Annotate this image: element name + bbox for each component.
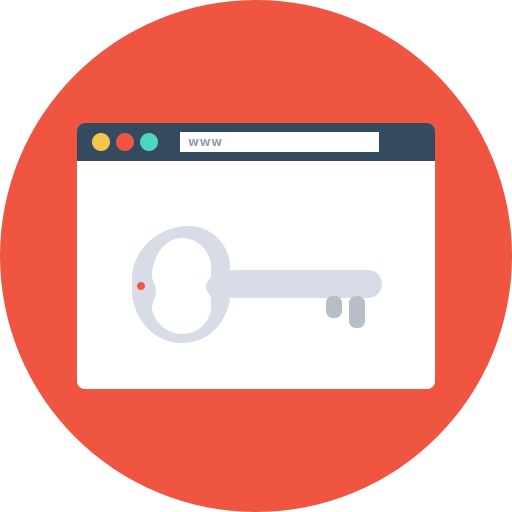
window-dot-yellow — [92, 133, 110, 151]
window-dot-red — [116, 133, 134, 151]
browser-window: www — [77, 123, 435, 389]
icon-canvas: www — [0, 0, 512, 512]
window-dot-green — [140, 133, 158, 151]
browser-content — [77, 161, 435, 389]
browser-topbar: www — [77, 123, 435, 161]
address-bar: www — [180, 132, 379, 152]
